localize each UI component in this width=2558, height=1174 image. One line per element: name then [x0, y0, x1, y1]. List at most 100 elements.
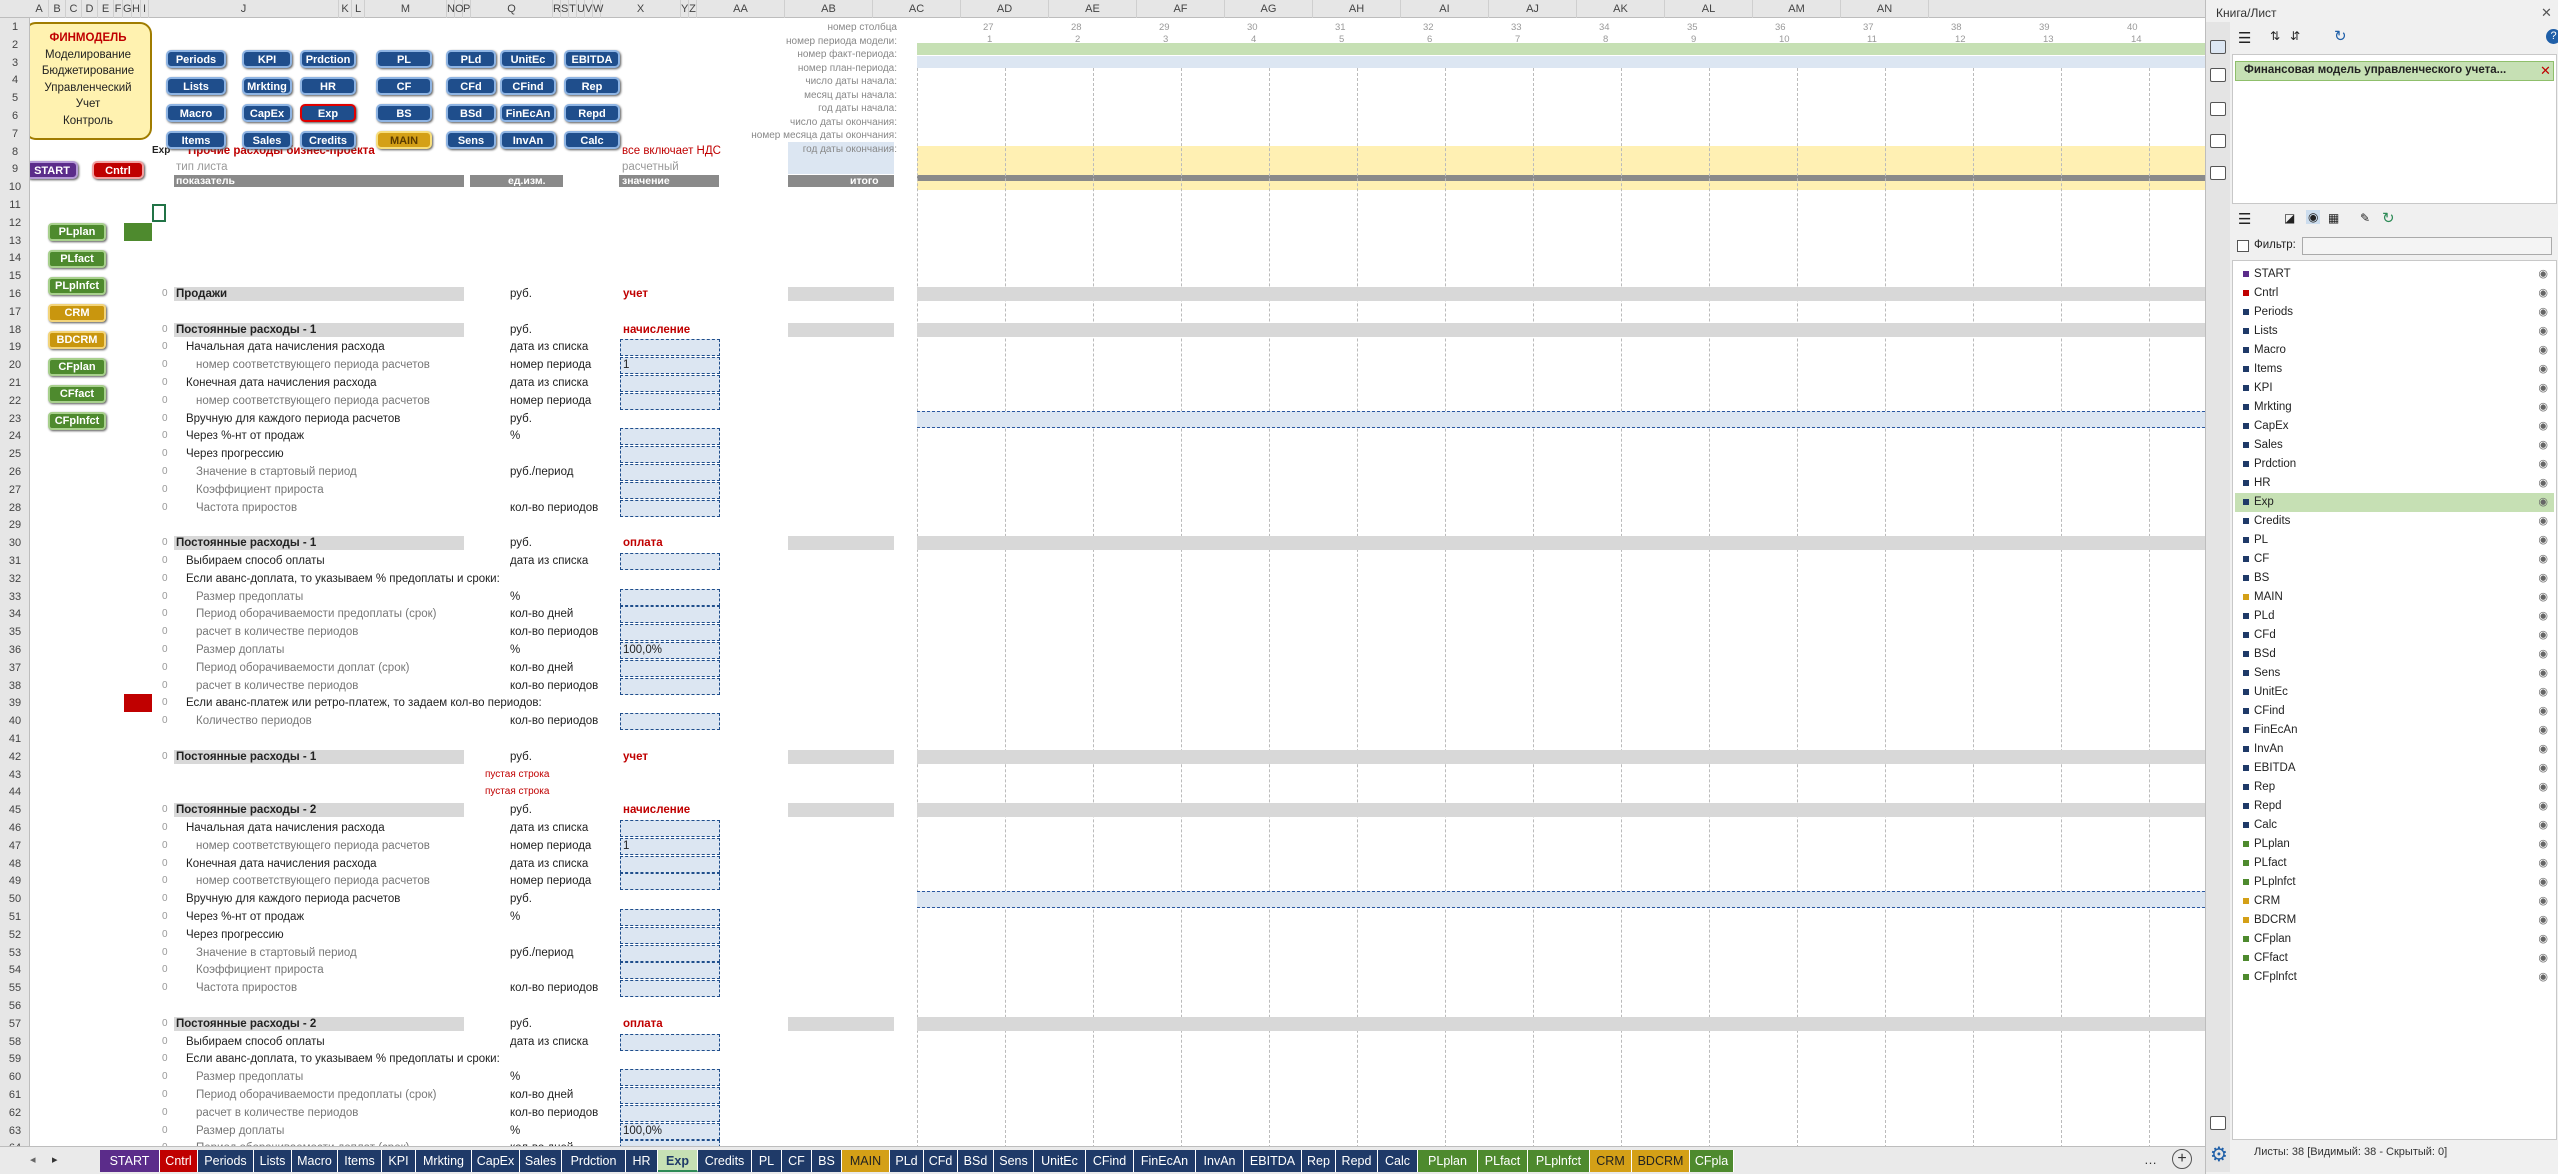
row-header[interactable]: 58 [0, 1033, 30, 1051]
visibility-eye-icon[interactable]: ◉ [2538, 664, 2548, 683]
nav-button-prdction[interactable]: Prdction [300, 50, 356, 68]
row-header[interactable]: 61 [0, 1086, 30, 1104]
input-cell[interactable] [620, 962, 720, 980]
visibility-eye-icon[interactable]: ◉ [2538, 398, 2548, 417]
column-header[interactable]: AM [1753, 0, 1841, 18]
input-cell[interactable] [620, 820, 720, 837]
nav-button-rep[interactable]: Rep [564, 77, 620, 95]
sheet-list-item[interactable]: Repd ◉ [2235, 797, 2554, 816]
row-header[interactable]: 9 [0, 160, 30, 178]
side-button-cfplnfct[interactable]: CFplnfct [48, 412, 106, 430]
input-cell[interactable] [620, 624, 720, 642]
row-header[interactable]: 52 [0, 926, 30, 944]
start-button[interactable]: START [30, 161, 78, 179]
column-header[interactable]: F [114, 0, 123, 18]
sheet-list-item[interactable]: Lists ◉ [2235, 322, 2554, 341]
row-header[interactable]: 5 [0, 89, 30, 107]
row-header[interactable]: 62 [0, 1104, 30, 1122]
input-cell[interactable] [620, 499, 720, 517]
grid-icon[interactable]: ▦ [2328, 211, 2339, 225]
table-icon[interactable] [2210, 134, 2226, 148]
input-cell[interactable] [620, 713, 720, 731]
column-header[interactable]: N [447, 0, 455, 18]
tab-main[interactable]: MAIN [842, 1150, 890, 1172]
row-header[interactable]: 51 [0, 908, 30, 926]
row-header[interactable]: 32 [0, 570, 30, 588]
column-header[interactable]: M [365, 0, 447, 18]
sheet-list-item[interactable]: Items ◉ [2235, 360, 2554, 379]
column-header[interactable]: E [98, 0, 114, 18]
nav-button-unitec[interactable]: UnitEc [500, 50, 556, 68]
sheet-list-item[interactable]: CF ◉ [2235, 550, 2554, 569]
side-button-crm[interactable]: CRM [48, 304, 106, 322]
input-cell[interactable] [620, 926, 720, 944]
input-cell[interactable] [620, 980, 720, 998]
column-header[interactable]: B [49, 0, 66, 18]
print-icon[interactable] [2210, 102, 2226, 116]
binoculars-icon[interactable] [2210, 166, 2226, 180]
row-value[interactable]: 100,0% [623, 642, 662, 658]
input-cell[interactable] [620, 909, 720, 926]
sheet-list-item[interactable]: UnitEc ◉ [2235, 683, 2554, 702]
edit-icon[interactable]: ✎ [2360, 211, 2370, 225]
sheet-list-item[interactable]: Mrkting ◉ [2235, 398, 2554, 417]
visibility-eye-icon[interactable]: ◉ [2538, 417, 2548, 436]
tab-scroll-right-icon[interactable]: ▸ [52, 1153, 58, 1166]
tab-unitec[interactable]: UnitEc [1034, 1150, 1086, 1172]
sheet-list-item[interactable]: PLplnfct ◉ [2235, 873, 2554, 892]
cell-cursor[interactable] [152, 204, 166, 222]
column-header[interactable]: AN [1841, 0, 1929, 18]
visibility-eye-icon[interactable]: ◉ [2538, 854, 2548, 873]
nav-button-ebitda[interactable]: EBITDA [564, 50, 620, 68]
visibility-eye-icon[interactable]: ◉ [2538, 645, 2548, 664]
row-header[interactable]: 54 [0, 961, 30, 979]
row-header[interactable]: 50 [0, 890, 30, 908]
nav-button-sens[interactable]: Sens [446, 131, 496, 149]
row-header[interactable]: 8 [0, 143, 30, 161]
row-header[interactable]: 10 [0, 178, 30, 196]
input-cell[interactable] [620, 837, 720, 855]
row-header[interactable]: 19 [0, 338, 30, 356]
nav-button-items[interactable]: Items [166, 131, 226, 149]
visibility-eye-icon[interactable]: ◉ [2538, 474, 2548, 493]
visibility-eye-icon[interactable]: ◉ [2538, 949, 2548, 968]
sort-desc-icon[interactable]: ⇵ [2290, 29, 2300, 43]
input-cell[interactable] [620, 1087, 720, 1104]
workbook-item[interactable]: Финансовая модель управленческого учета.… [2235, 61, 2554, 81]
row-header[interactable]: 57 [0, 1015, 30, 1033]
visibility-eye-icon[interactable]: ◉ [2538, 512, 2548, 531]
sheet-list-item[interactable]: BDCRM ◉ [2235, 911, 2554, 930]
chart-icon[interactable]: ◪ [2284, 211, 2295, 225]
row-header[interactable]: 55 [0, 979, 30, 997]
row-header[interactable]: 20 [0, 356, 30, 374]
row-header[interactable]: 17 [0, 303, 30, 321]
nav-button-bsd[interactable]: BSd [446, 104, 496, 122]
column-header[interactable]: H [132, 0, 141, 18]
tab-sales[interactable]: Sales [520, 1150, 562, 1172]
tab-start[interactable]: START [100, 1150, 160, 1172]
sheet-list-item[interactable]: CapEx ◉ [2235, 417, 2554, 436]
sheet-list-item[interactable]: PL ◉ [2235, 531, 2554, 550]
row-header[interactable]: 22 [0, 392, 30, 410]
row-header[interactable]: 47 [0, 837, 30, 855]
nav-button-exp[interactable]: Exp [300, 104, 356, 122]
visibility-eye-icon[interactable]: ◉ [2538, 322, 2548, 341]
column-header[interactable]: W [593, 0, 603, 18]
sheet-list-item[interactable]: MAIN ◉ [2235, 588, 2554, 607]
visibility-eye-icon[interactable]: ◉ [2538, 911, 2548, 930]
tab-invan[interactable]: InvAn [1196, 1150, 1244, 1172]
manual-input-band[interactable] [917, 410, 2205, 428]
row-header[interactable]: 36 [0, 641, 30, 659]
row-header[interactable]: 4 [0, 71, 30, 89]
nav-button-kpi[interactable]: KPI [242, 50, 292, 68]
row-header[interactable]: 6 [0, 107, 30, 125]
row-header[interactable]: 37 [0, 659, 30, 677]
tab-repd[interactable]: Repd [1336, 1150, 1378, 1172]
row-header[interactable]: 28 [0, 499, 30, 517]
row-header[interactable]: 33 [0, 588, 30, 606]
sheet-list-item[interactable]: KPI ◉ [2235, 379, 2554, 398]
visibility-eye-icon[interactable]: ◉ [2538, 778, 2548, 797]
more-tabs-icon[interactable]: … [2144, 1152, 2157, 1167]
tab-cf[interactable]: CF [782, 1150, 812, 1172]
row-header[interactable]: 49 [0, 872, 30, 890]
